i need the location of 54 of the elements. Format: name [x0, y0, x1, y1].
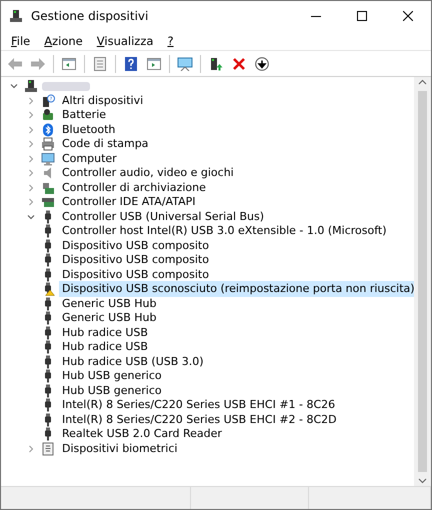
tree-item[interactable]: Altri dispositivi	[59, 92, 146, 109]
tree-item[interactable]: Generic USB Hub	[59, 310, 160, 326]
printer-icon	[41, 137, 55, 152]
tree-item[interactable]: Computer	[59, 150, 120, 167]
tree-item[interactable]: Realtek USB 2.0 Card Reader	[59, 426, 225, 442]
panel-icon	[147, 58, 161, 70]
tree-item[interactable]: Controller di archiviazione	[59, 180, 209, 196]
vertical-scrollbar[interactable]	[414, 77, 431, 486]
computer-tower-icon	[9, 9, 23, 23]
panel-icon	[62, 58, 76, 70]
tree-item[interactable]: Bluetooth	[59, 122, 118, 138]
tree-item[interactable]: Code di stampa	[59, 136, 152, 152]
tree-item[interactable]: Generic USB Hub	[59, 296, 160, 312]
menu-item[interactable]: Visualizza	[90, 34, 160, 48]
forward-arrow-icon	[31, 58, 45, 70]
tree-item[interactable]: Hub radice USB	[59, 324, 151, 341]
down-arrow-circle-icon	[255, 56, 269, 70]
tree-item[interactable]: Dispositivo USB composito	[59, 266, 212, 283]
maximize-icon	[357, 11, 367, 21]
tree-item[interactable]: Dispositivo USB composito	[59, 238, 212, 254]
tree-item[interactable]: Controller audio, video e giochi	[59, 165, 237, 182]
tree-item[interactable]: Hub USB generico	[59, 382, 165, 399]
menu-item[interactable]: ?	[161, 34, 180, 48]
monitor-icon	[41, 152, 55, 166]
tree-item[interactable]: Controller USB (Universal Serial Bus)	[59, 208, 268, 225]
uninstall-x-icon	[233, 58, 245, 70]
storage-controller-icon	[41, 180, 55, 195]
tree-item[interactable]: Intel(R) 8 Series/C220 Series USB EHCI #1 - 8C26	[59, 397, 338, 414]
blurred-computer-name	[42, 82, 90, 91]
tree-item[interactable]: Hub radice USB	[59, 339, 151, 356]
tree-item[interactable]: Batterie	[59, 107, 110, 124]
tree-item[interactable]: Controller IDE ATA/ATAPI	[59, 194, 198, 210]
close-icon	[403, 11, 413, 21]
tree-item[interactable]: Controller host Intel(R) USB 3.0 eXtensible - 1.0 (Microsoft)	[59, 223, 390, 240]
tree-item[interactable]: Dispositivi biometrici	[59, 440, 180, 457]
computer-tower-icon	[24, 79, 38, 94]
battery-icon	[41, 108, 55, 122]
window-title: Gestione dispositivi	[31, 9, 150, 23]
help-icon	[125, 56, 137, 70]
properties-sheet-icon	[94, 56, 106, 70]
tree-item[interactable]: Dispositivo USB composito	[59, 252, 212, 268]
tree-item[interactable]: Intel(R) 8 Series/C220 Series USB EHCI #2 - 8C2D	[59, 412, 340, 428]
scrollbar-thumb[interactable]	[418, 91, 427, 472]
menu-item[interactable]: Azione	[38, 34, 89, 48]
monitor-icon	[177, 56, 193, 70]
fingerprint-reader-icon	[41, 442, 55, 456]
tree-item[interactable]: Hub radice USB (USB 3.0)	[59, 354, 207, 370]
update-driver-icon	[209, 56, 223, 70]
ide-controller-icon	[41, 195, 55, 210]
tree-item[interactable]: Hub USB generico	[59, 368, 165, 384]
menu-item[interactable]: File	[5, 34, 36, 48]
tree-item[interactable]: Dispositivo USB sconosciuto (reimpostazione porta non riuscita)	[59, 281, 414, 298]
back-arrow-icon	[8, 58, 22, 70]
bluetooth-icon	[41, 122, 55, 137]
